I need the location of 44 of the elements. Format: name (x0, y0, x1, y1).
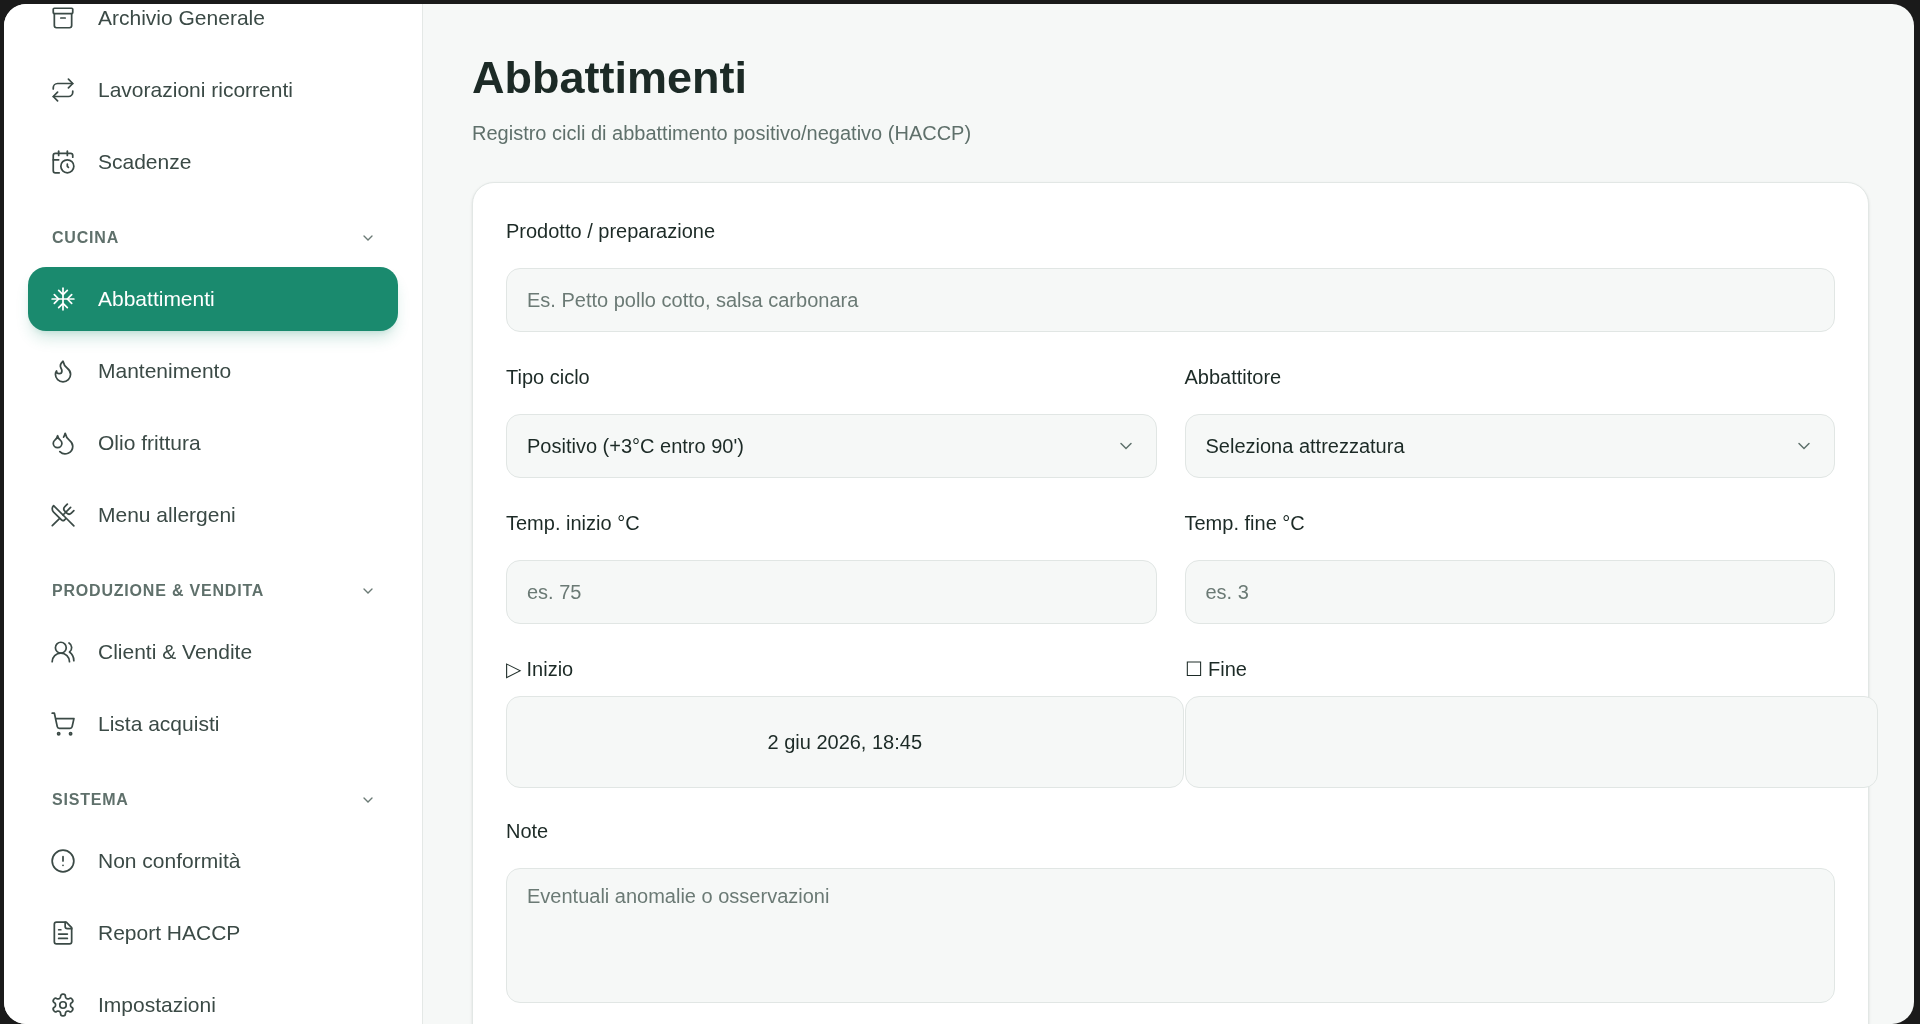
input-field[interactable]: es. 75 (506, 560, 1157, 624)
cart-icon (50, 711, 76, 737)
sidebar-item[interactable]: Scadenze (28, 130, 398, 194)
section-heading: PRODUZIONE & VENDITA (52, 580, 265, 601)
repeat-arrows-icon (50, 77, 76, 103)
datetime-field[interactable]: 2 giu 2026, 18:45 (506, 696, 1184, 788)
sidebar-item[interactable]: Clienti & Vendite (28, 620, 398, 684)
section-heading: CUCINA (52, 227, 120, 248)
select-field[interactable]: Seleziona attrezzatura (1184, 414, 1835, 478)
field-label: Abbattitore (1184, 365, 1282, 390)
sidebar-item[interactable]: Non conformità (28, 829, 398, 893)
page-title: Abbattimenti (472, 51, 747, 105)
input-field[interactable]: es. 3 (1184, 560, 1835, 624)
sidebar-item[interactable]: Olio frittura (28, 411, 398, 475)
crossed-utensils-icon (50, 502, 76, 528)
sidebar-item[interactable]: Lavorazioni ricorrenti (28, 58, 398, 122)
section-heading: SISTEMA (52, 789, 129, 810)
sidebar-item[interactable]: Mantenimento (28, 339, 398, 403)
sidebar-item[interactable]: Archivio Generale (28, 4, 398, 50)
select-field[interactable]: Positivo (+3°C entro 90') (506, 414, 1157, 478)
sidebar-item[interactable]: Impostazioni (28, 973, 398, 1024)
calendar-clock-icon (50, 149, 76, 175)
sidebar-item[interactable]: Abbattimenti (28, 267, 398, 331)
sidebar-item[interactable]: Lista acquisti (28, 692, 398, 756)
field-label: Temp. inizio °C (506, 511, 640, 536)
page-subtitle: Registro cicli di abbattimento positivo/negativo (HACCP) (472, 121, 972, 146)
snowflake-icon (50, 286, 76, 312)
sidebar-item[interactable]: Menu allergeni (28, 483, 398, 547)
datetime-field[interactable] (1184, 696, 1878, 788)
settings-icon (50, 992, 76, 1018)
field-label: Tipo ciclo (506, 365, 590, 390)
notes-field[interactable]: Eventuali anomalie o osservazioni (506, 868, 1835, 1003)
users-icon (50, 639, 76, 665)
field-label: ☐ Fine (1184, 657, 1247, 682)
droplets-icon (50, 430, 76, 456)
sidebar-item[interactable]: Report HACCP (28, 901, 398, 965)
document-icon (50, 920, 76, 946)
field-label: ▷ Inizio (506, 657, 574, 682)
input-field[interactable]: Es. Petto pollo cotto, salsa carbonara (506, 268, 1835, 332)
field-label: Prodotto / preparazione (506, 219, 716, 244)
archive-box-icon (50, 5, 76, 31)
field-label: Temp. fine °C (1184, 511, 1305, 536)
alert-circle-icon (50, 848, 76, 874)
field-label: Note (506, 819, 549, 844)
